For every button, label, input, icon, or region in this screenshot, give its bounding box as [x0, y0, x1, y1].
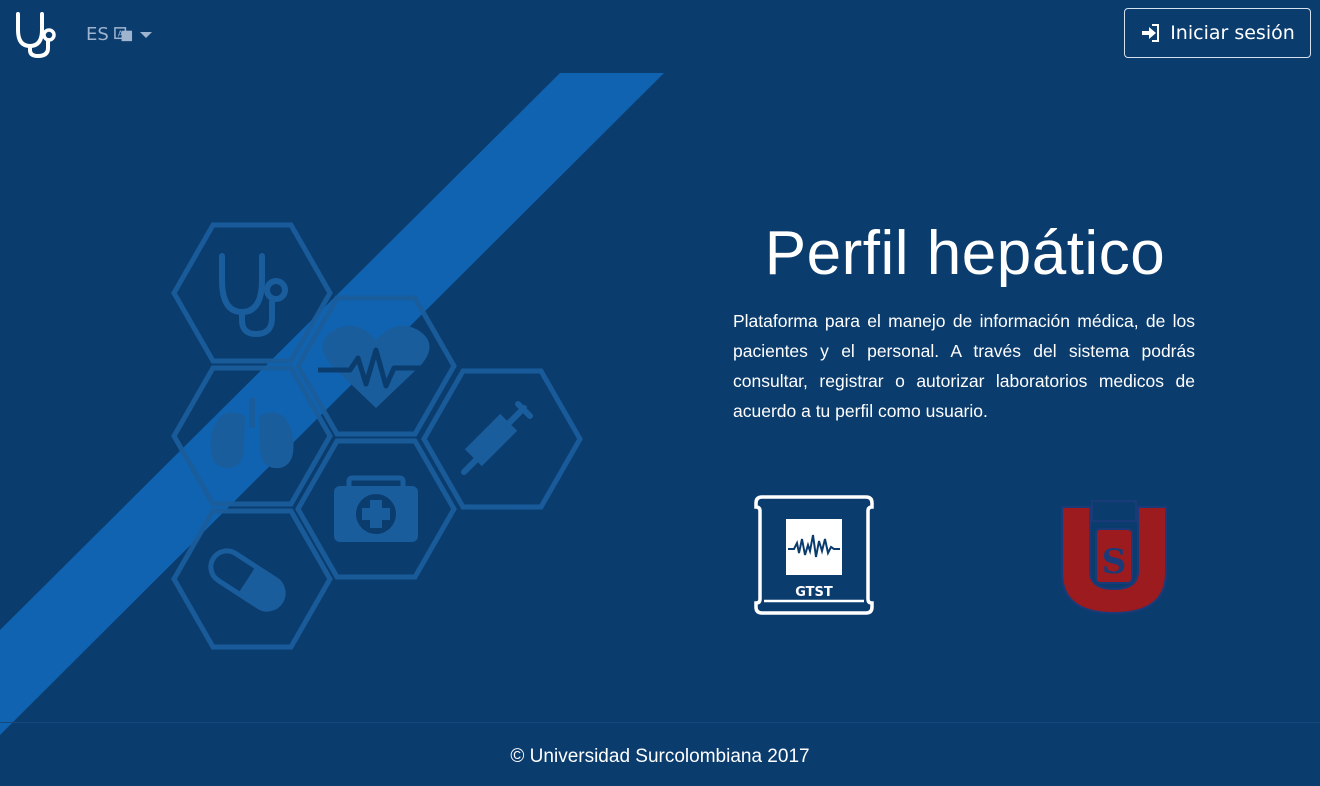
heartbeat-illustration-icon: [318, 325, 432, 408]
universidad-surcolombiana-logo[interactable]: S: [1056, 493, 1172, 617]
stethoscope-icon[interactable]: [12, 10, 60, 58]
syringe-illustration-icon: [461, 401, 533, 475]
gtst-logo-text: GTST: [795, 585, 833, 600]
translate-icon: A: [114, 26, 132, 41]
landing-page: ES A Iniciar sesión Perfil hepático Plat…: [0, 0, 1320, 786]
usco-logo-text: S: [1102, 542, 1127, 582]
first-aid-kit-illustration-icon: [334, 475, 418, 542]
login-button[interactable]: Iniciar sesión: [1124, 8, 1311, 58]
login-button-label: Iniciar sesión: [1170, 22, 1295, 44]
gtst-logo[interactable]: GTST: [752, 493, 876, 617]
lungs-illustration-icon: [210, 398, 294, 469]
footer-copyright: © Universidad Surcolombiana 2017: [510, 746, 810, 767]
medical-hexagons-illustration: [171, 222, 583, 650]
pill-illustration-icon: [208, 548, 286, 612]
page-title: Perfil hepático: [764, 219, 1166, 288]
top-navbar: ES A Iniciar sesión: [0, 0, 1320, 66]
hero-description: Plataforma para el manejo de información…: [733, 311, 1195, 421]
language-selector[interactable]: ES A: [86, 22, 152, 46]
svg-text:A: A: [118, 29, 124, 38]
stethoscope-illustration-icon: [219, 253, 288, 338]
language-code: ES: [86, 23, 109, 45]
chevron-down-icon: [139, 32, 152, 38]
sign-in-icon: [1142, 24, 1160, 42]
footer-divider: [0, 722, 1320, 723]
